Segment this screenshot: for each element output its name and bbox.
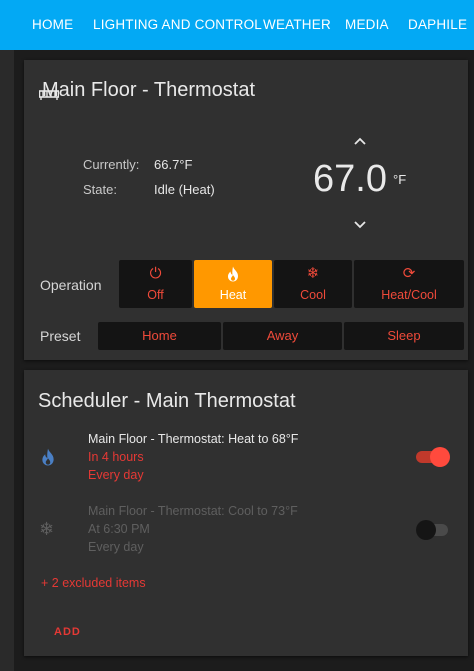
scheduler-title: Scheduler - Main Thermostat [38, 390, 296, 412]
preset-home-button[interactable]: Home [98, 322, 221, 350]
operation-heat-cool-button[interactable]: ⟳ Heat/Cool [354, 260, 464, 308]
schedule-item-toggle-on[interactable] [416, 447, 450, 467]
operation-heat-label: Heat [219, 288, 247, 302]
tab-home[interactable]: HOME [32, 0, 73, 50]
target-temperature-unit: °F [393, 172, 407, 187]
top-navigation-bar: HOME LIGHTING AND CONTROL WEATHER MEDIA … [0, 0, 474, 50]
schedule-item-title[interactable]: Main Floor - Thermostat: Cool to 73°F [88, 504, 298, 518]
preset-label: Preset [40, 328, 81, 344]
tab-daphile[interactable]: DAPHILE [408, 0, 467, 50]
tab-weather[interactable]: WEATHER [263, 0, 331, 50]
add-schedule-button[interactable]: ADD [54, 626, 81, 638]
schedule-item-time: In 4 hours [88, 450, 144, 464]
fire-icon [42, 448, 54, 466]
state-value: Idle (Heat) [154, 182, 215, 197]
operation-off-button[interactable]: ⏻ Off [119, 260, 192, 308]
schedule-item-repeat: Every day [88, 540, 144, 554]
thermostat-title: Main Floor - Thermostat [42, 79, 256, 101]
operation-cool-label: Cool [300, 288, 326, 302]
schedule-item-title[interactable]: Main Floor - Thermostat: Heat to 68°F [88, 432, 298, 446]
sync-icon: ⟳ [402, 265, 416, 282]
toggle-knob [416, 520, 436, 540]
chevron-down-icon[interactable] [353, 220, 367, 230]
operation-heat-button[interactable]: Heat [194, 260, 272, 308]
preset-away-button[interactable]: Away [223, 322, 342, 350]
chevron-up-icon[interactable] [353, 136, 367, 146]
target-temperature: 67.0 [313, 158, 387, 200]
operation-label: Operation [40, 277, 102, 293]
snowflake-icon: ❄ [306, 265, 320, 282]
currently-label: Currently: [83, 157, 140, 172]
operation-off-label: Off [147, 288, 164, 302]
tab-media[interactable]: MEDIA [345, 0, 389, 50]
operation-cool-button[interactable]: ❄ Cool [274, 260, 352, 308]
thermostat-card [24, 60, 468, 360]
tab-lighting-and-control[interactable]: LIGHTING AND CONTROL [93, 0, 262, 50]
preset-sleep-button[interactable]: Sleep [344, 322, 464, 350]
excluded-items-link[interactable]: + 2 excluded items [41, 576, 146, 590]
schedule-item-repeat: Every day [88, 468, 144, 482]
fire-icon [194, 264, 272, 284]
schedule-item-toggle-off[interactable] [416, 520, 450, 540]
snowflake-icon: ❄ [39, 519, 55, 539]
state-label: State: [83, 182, 117, 197]
schedule-item-time: At 6:30 PM [88, 522, 150, 536]
power-icon: ⏻ [149, 265, 162, 282]
current-temperature: 66.7°F [154, 157, 193, 172]
operation-heat-cool-label: Heat/Cool [381, 288, 437, 302]
toggle-knob [430, 447, 450, 467]
